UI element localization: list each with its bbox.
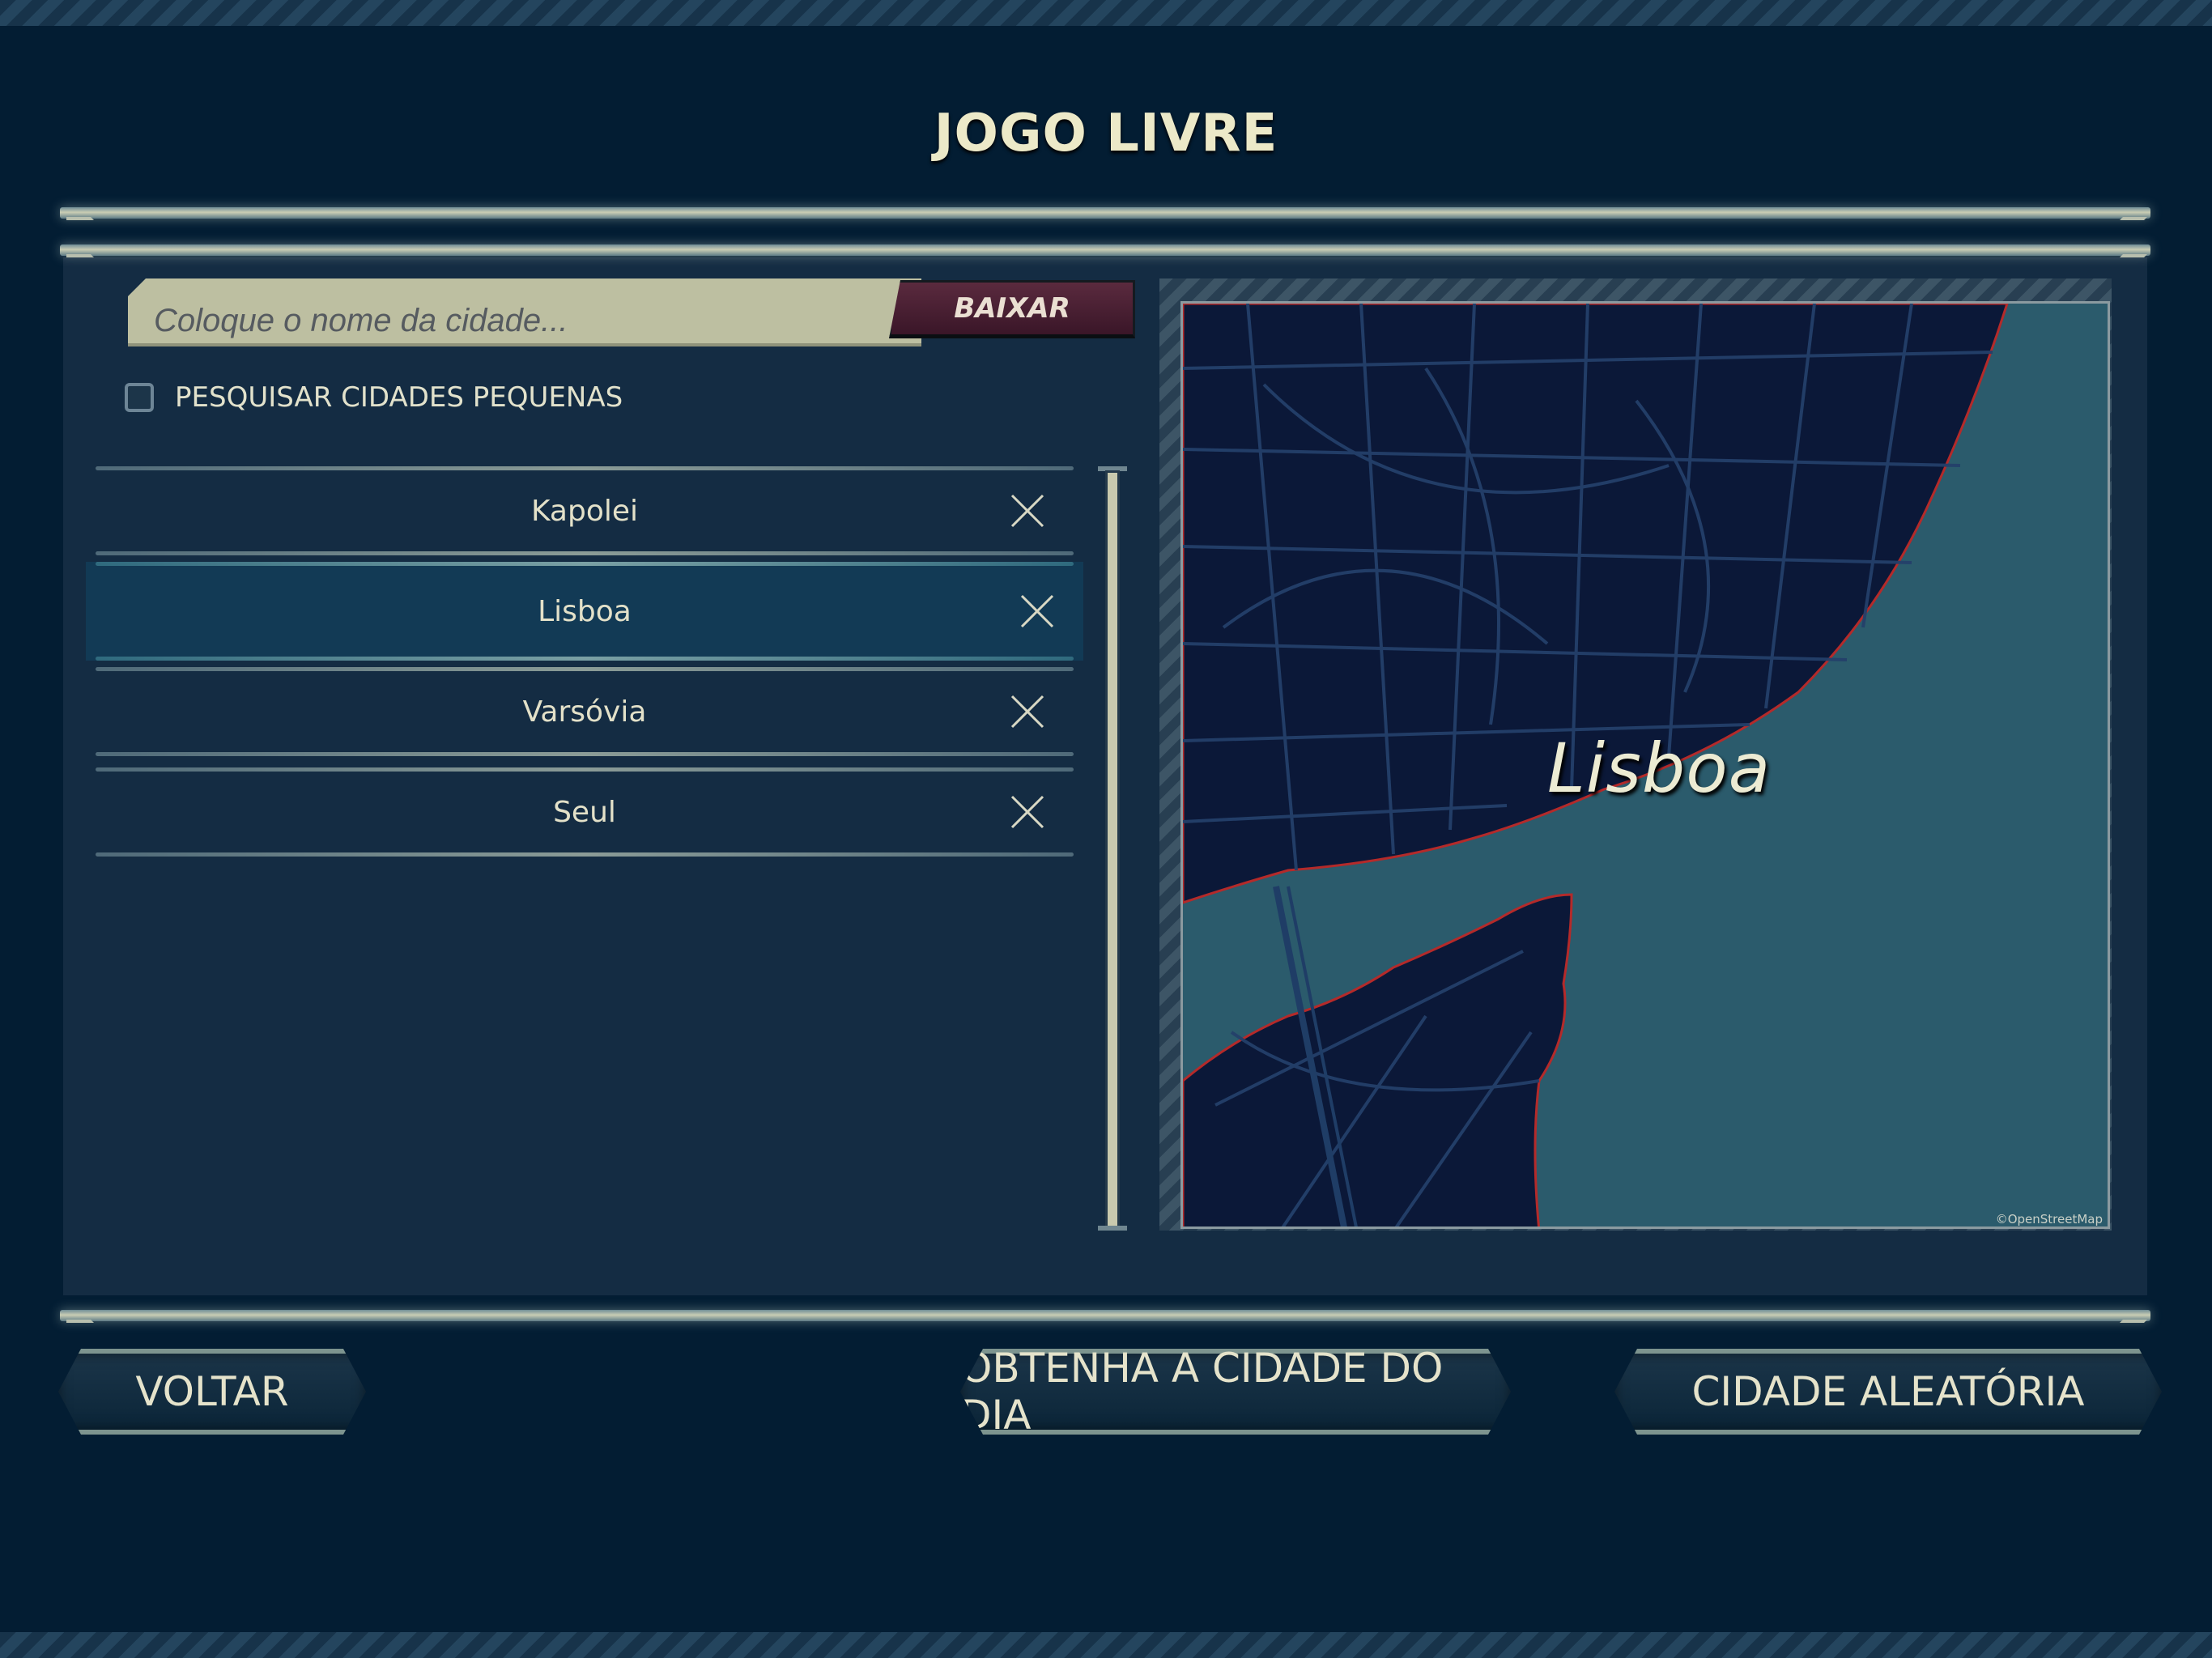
small-cities-option: PESQUISAR CIDADES PEQUENAS — [125, 377, 623, 418]
city-list-item[interactable]: Varsóvia — [96, 667, 1074, 756]
map-preview: Lisboa ©OpenStreetMap — [1180, 301, 2110, 1229]
search-bar — [128, 278, 921, 346]
random-city-button[interactable]: CIDADE ALEATÓRIA — [1614, 1349, 2162, 1435]
download-button[interactable]: BAIXAR — [889, 280, 1135, 338]
back-button[interactable]: VOLTAR — [58, 1349, 366, 1435]
panel-top-rail — [60, 244, 2150, 256]
page-title: JOGO LIVRE — [934, 104, 1278, 164]
city-list-item[interactable]: Seul — [96, 767, 1074, 857]
small-cities-checkbox[interactable] — [125, 383, 154, 412]
map-preview-frame: Lisboa ©OpenStreetMap — [1159, 278, 2112, 1231]
city-of-the-day-button[interactable]: OBTENHA A CIDADE DO DIA — [960, 1349, 1511, 1435]
map-city-label: Lisboa — [1547, 729, 1772, 808]
remove-city-icon[interactable] — [1007, 792, 1048, 832]
scrollbar-bottom-cap — [1098, 1226, 1127, 1231]
city-name: Varsóvia — [522, 695, 647, 729]
city-list-item[interactable]: Lisboa — [86, 562, 1083, 661]
top-rail — [60, 207, 2150, 219]
remove-city-icon[interactable] — [1007, 491, 1048, 531]
panel-bottom-rail — [60, 1310, 2150, 1321]
remove-city-icon[interactable] — [1017, 591, 1057, 631]
city-name: Seul — [553, 795, 616, 829]
city-search-input[interactable] — [128, 278, 921, 346]
bottom-stripe — [0, 1632, 2212, 1658]
city-list-scrollbar[interactable] — [1098, 466, 1127, 1231]
city-name: Lisboa — [538, 594, 632, 628]
city-list-item[interactable]: Kapolei — [96, 466, 1074, 555]
remove-city-icon[interactable] — [1007, 691, 1048, 732]
scrollbar-thumb[interactable] — [1108, 473, 1117, 1226]
small-cities-label[interactable]: PESQUISAR CIDADES PEQUENAS — [175, 381, 623, 414]
city-name: Kapolei — [530, 494, 639, 528]
scrollbar-top-cap — [1098, 466, 1127, 471]
map-attribution: ©OpenStreetMap — [1995, 1212, 2103, 1226]
top-stripe — [0, 0, 2212, 26]
